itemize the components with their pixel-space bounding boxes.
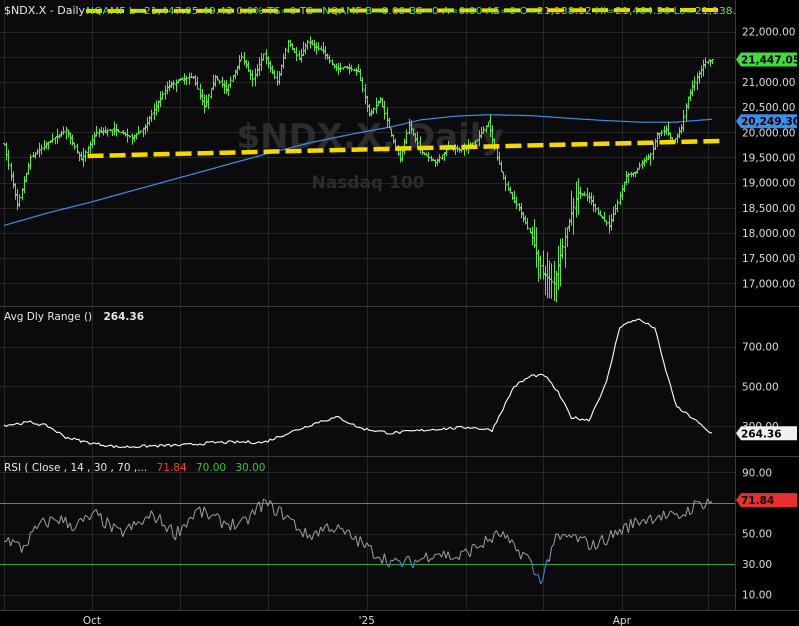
rsi-badge-text: 71.84	[741, 495, 774, 507]
range-badge: 264.36	[736, 426, 797, 441]
range-tick-label-1: 500.00	[742, 381, 779, 393]
price-tick-label-3: 18,500.00	[742, 203, 795, 215]
price-tick-label-10: 22,000.00	[742, 27, 795, 39]
price-tick-label-1: 17,500.00	[742, 253, 795, 265]
rsi-title-text: RSI ( Close , 14 , 30 , 70 ,...	[4, 462, 147, 474]
rsi-tick-label-4: 90.00	[742, 467, 772, 479]
price-tick-label-0: 17,000.00	[742, 278, 795, 290]
rsi-value-current: 71.84	[157, 462, 187, 474]
range-panel-title: Avg Dly Range () 264.36	[4, 311, 144, 323]
price-panel-title: $NDX.X - Daily	[4, 4, 86, 17]
price-tick-label-7: 20,500.00	[742, 102, 795, 114]
rsi-segment-126	[278, 506, 282, 508]
quote-strip: NQAMF L=21,447.05 49.43 0.0% TS=0 TS=NQA…	[86, 6, 736, 17]
rsi-segment-10	[23, 544, 27, 547]
time-tick-label-2: Apr	[613, 615, 632, 626]
ma-badge: 20,249.30	[736, 114, 799, 129]
range-tick-label-2: 700.00	[742, 342, 779, 354]
rsi-badge: 71.84	[736, 493, 797, 508]
price-tick-label-8: 21,000.00	[742, 77, 795, 89]
watermark-name: Nasdaq 100	[311, 173, 424, 193]
last-price-badge-text: 21,447.05	[741, 54, 799, 66]
range-badge-text: 264.36	[741, 428, 782, 440]
symbol-title: $NDX.X - Daily	[4, 4, 86, 17]
price-tick-label-6: 20,000.00	[742, 127, 795, 139]
time-tick-label-0: Oct	[83, 615, 101, 626]
rsi-value-lower: 30.00	[235, 462, 265, 474]
rsi-tick-label-1: 30.00	[742, 559, 772, 571]
price-tick-label-2: 18,000.00	[742, 228, 795, 240]
rsi-segment-238	[524, 553, 528, 555]
ma-badge-text: 20,249.30	[741, 116, 799, 128]
price-tick-label-5: 19,500.00	[742, 152, 795, 164]
rsi-tick-label-2: 50.00	[742, 529, 772, 541]
rsi-tick-label-0: 10.00	[742, 590, 772, 602]
rsi-segment-191	[421, 557, 425, 560]
last-price-badge: 21,447.05	[736, 52, 799, 67]
range-title-text: Avg Dly Range ()	[4, 311, 92, 323]
trading-chart[interactable]: $NDX.X, Daily Nasdaq 100 Oct '25 Apr17,000…	[0, 0, 799, 626]
range-title-value: 264.36	[104, 311, 145, 323]
rsi-segment-169	[373, 557, 376, 559]
time-tick-label-1: '25	[359, 615, 375, 626]
price-bar-53	[120, 132, 123, 134]
rsi-segment-132	[291, 518, 295, 521]
rsi-panel-title: RSI ( Close , 14 , 30 , 70 ,... 71.84 70…	[4, 462, 265, 474]
rsi-segment-206	[454, 556, 458, 559]
rsi-value-upper: 70.00	[196, 462, 226, 474]
rsi-segment-6	[14, 541, 18, 543]
price-tick-label-4: 19,000.00	[742, 178, 795, 190]
